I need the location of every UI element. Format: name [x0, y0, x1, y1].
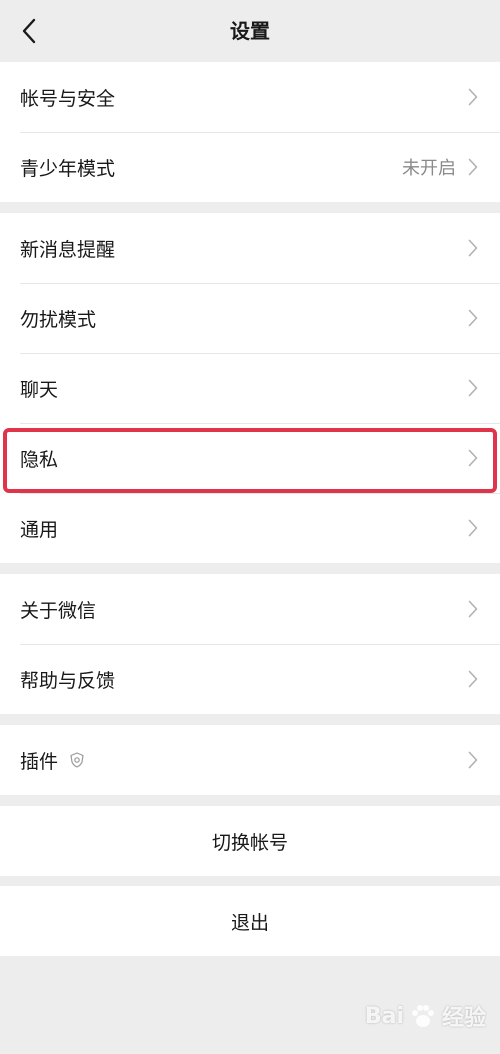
settings-group-account: 帐号与安全 青少年模式 未开启: [0, 62, 500, 202]
watermark-text-left: Bai: [364, 1003, 404, 1029]
settings-item-teen-mode[interactable]: 青少年模式 未开启: [0, 132, 500, 202]
chevron-right-icon: [468, 238, 480, 258]
settings-item-do-not-disturb[interactable]: 勿扰模式: [0, 283, 500, 353]
settings-item-label: 通用: [20, 518, 59, 541]
settings-item-about-wechat[interactable]: 关于微信: [0, 574, 500, 644]
logout-label: 退出: [230, 911, 269, 934]
settings-item-plugins[interactable]: 插件: [0, 725, 500, 795]
settings-group-about: 关于微信 帮助与反馈: [0, 574, 500, 714]
switch-account-label: 切换帐号: [211, 831, 288, 854]
teen-mode-status: 未开启: [402, 158, 456, 179]
chevron-right-icon: [468, 87, 480, 107]
plugin-shield-icon: [68, 751, 86, 769]
settings-item-label: 帐号与安全: [20, 87, 116, 110]
settings-item-label: 青少年模式: [20, 157, 116, 180]
paw-icon: [411, 1005, 434, 1027]
settings-item-account-security[interactable]: 帐号与安全: [0, 62, 500, 132]
settings-item-notifications[interactable]: 新消息提醒: [0, 213, 500, 283]
chevron-right-icon: [468, 750, 480, 770]
settings-item-privacy[interactable]: 隐私: [0, 423, 500, 493]
settings-group-general: 新消息提醒 勿扰模式 聊天 隐私 通用: [0, 213, 500, 563]
watermark-text-right: 经验: [441, 1006, 486, 1031]
settings-item-label: 聊天: [20, 378, 59, 401]
chevron-right-icon: [468, 378, 480, 398]
settings-item-label: 勿扰模式: [20, 308, 97, 331]
watermark: Bai 经验: [365, 1000, 486, 1032]
settings-item-label: 关于微信: [20, 599, 97, 622]
settings-item-label: 插件: [20, 750, 59, 773]
page-title: 设置: [230, 19, 270, 43]
settings-item-label: 新消息提醒: [20, 238, 116, 261]
settings-item-general[interactable]: 通用: [0, 493, 500, 563]
switch-account-group: 切换帐号: [0, 806, 500, 876]
chevron-right-icon: [468, 308, 480, 328]
logout-button[interactable]: 退出: [0, 886, 500, 956]
settings-item-label: 隐私: [20, 448, 59, 471]
chevron-right-icon: [468, 599, 480, 619]
chevron-right-icon: [468, 518, 480, 538]
logout-group: 退出: [0, 886, 500, 956]
switch-account-button[interactable]: 切换帐号: [0, 806, 500, 876]
settings-group-plugins: 插件: [0, 725, 500, 795]
settings-item-chat[interactable]: 聊天: [0, 353, 500, 423]
settings-item-help-feedback[interactable]: 帮助与反馈: [0, 644, 500, 714]
settings-item-label: 帮助与反馈: [20, 669, 116, 692]
chevron-right-icon: [468, 448, 480, 468]
chevron-right-icon: [468, 157, 480, 177]
nav-bar: 设置: [0, 0, 500, 62]
chevron-right-icon: [468, 669, 480, 689]
